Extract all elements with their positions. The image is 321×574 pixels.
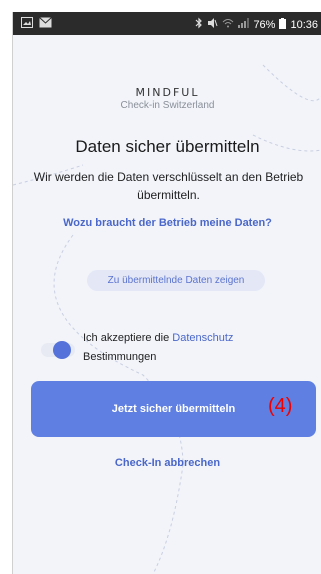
phone-screen: 76% 10:36 MINDFUL Check-in Switzerland D… xyxy=(12,12,321,574)
status-left-icons xyxy=(21,17,52,31)
toggle-knob xyxy=(53,341,71,359)
checkin-screen: MINDFUL Check-in Switzerland Daten siche… xyxy=(13,35,321,574)
consent-toggle[interactable] xyxy=(41,341,81,359)
step-annotation: (4) xyxy=(268,395,293,417)
brand-logo: MINDFUL xyxy=(135,86,200,99)
status-right-icons: 76% 10:36 xyxy=(195,17,318,32)
battery-icon xyxy=(279,17,287,32)
consent-prefix: Ich akzeptiere die xyxy=(83,332,170,344)
clock: 10:36 xyxy=(290,18,318,31)
screenshot-frame: 76% 10:36 MINDFUL Check-in Switzerland D… xyxy=(0,0,321,574)
why-data-link[interactable]: Wozu braucht der Betrieb meine Daten? xyxy=(13,217,321,229)
privacy-link[interactable]: Datenschutz xyxy=(172,332,233,344)
page-title: Daten sicher übermitteln xyxy=(75,137,260,156)
cancel-checkin-link[interactable]: Check-In abbrechen xyxy=(13,457,321,469)
signal-icon xyxy=(238,18,250,31)
mail-icon xyxy=(39,17,52,31)
show-data-button[interactable]: Zu übermittelnde Daten zeigen xyxy=(87,270,265,291)
description-text: Wir werden die Daten verschlüsselt an de… xyxy=(33,170,304,202)
brand-subtitle: Check-in Switzerland xyxy=(120,100,215,111)
battery-percent: 76% xyxy=(253,18,276,31)
bluetooth-icon xyxy=(195,17,203,32)
consent-suffix: Bestimmungen xyxy=(83,351,157,363)
background-decoration xyxy=(13,64,321,574)
mute-icon xyxy=(207,17,218,32)
consent-text: Ich akzeptiere die Datenschutz Bestimmun… xyxy=(83,329,303,367)
status-bar: 76% 10:36 xyxy=(13,12,321,35)
image-icon xyxy=(21,17,33,31)
wifi-icon xyxy=(222,18,234,31)
